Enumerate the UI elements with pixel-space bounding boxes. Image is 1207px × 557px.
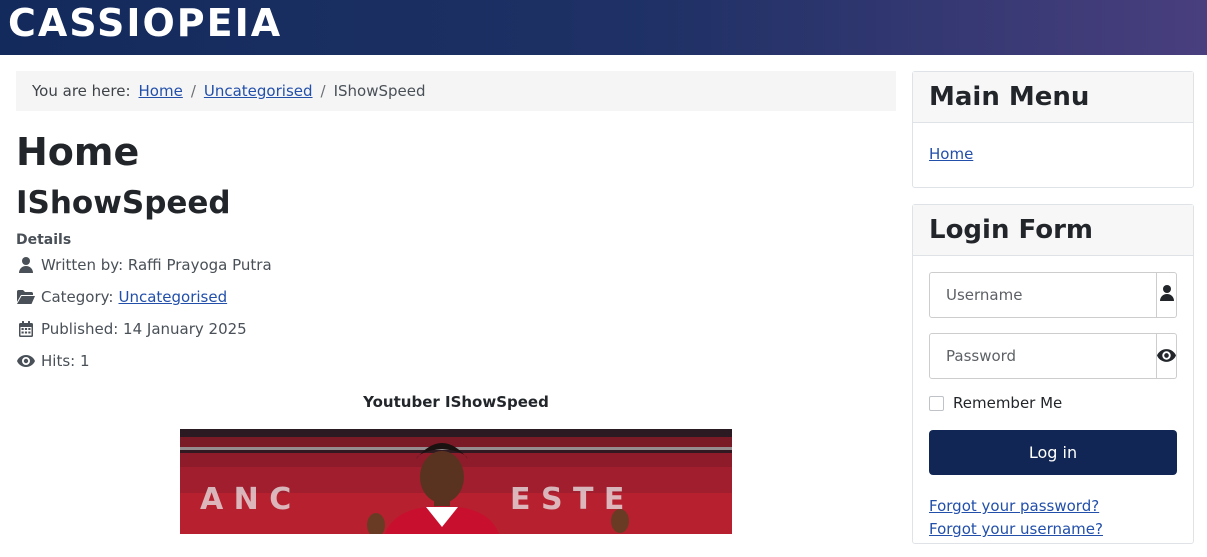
eye-icon	[1157, 347, 1176, 366]
site-header: CASSIOPEIA	[0, 0, 1207, 55]
category-label: Category:	[41, 288, 114, 306]
svg-text:A N C: A N C	[200, 482, 291, 517]
meta-category: Category: Uncategorised	[17, 288, 227, 306]
brand-logo[interactable]: CASSIOPEIA	[8, 1, 282, 45]
show-password-button[interactable]	[1157, 333, 1177, 379]
svg-text:E S T E: E S T E	[510, 482, 624, 517]
published-text: Published: 14 January 2025	[41, 320, 247, 338]
user-icon	[17, 256, 35, 274]
folder-open-icon	[17, 288, 35, 306]
breadcrumb-home-link[interactable]: Home	[139, 82, 183, 100]
breadcrumb-current: IShowSpeed	[333, 82, 426, 100]
main-menu-header: Main Menu	[913, 72, 1193, 123]
login-header: Login Form	[913, 205, 1193, 256]
page-heading: Home	[16, 130, 140, 174]
password-input[interactable]	[929, 333, 1157, 379]
article-image: A N C E S T E	[180, 429, 732, 534]
breadcrumb: You are here: Home / Uncategorised / ISh…	[16, 71, 896, 111]
author-text: Written by: Raffi Prayoga Putra	[41, 256, 272, 274]
password-group	[929, 333, 1177, 379]
login-links: Forgot your password? Forgot your userna…	[929, 495, 1177, 541]
meta-author: Written by: Raffi Prayoga Putra	[17, 256, 272, 274]
main-menu-body: Home	[913, 123, 1193, 185]
main-menu-title: Main Menu	[929, 82, 1090, 112]
eye-icon	[17, 352, 35, 370]
article-title: IShowSpeed	[16, 185, 231, 221]
breadcrumb-separator: /	[190, 82, 196, 100]
login-card: Login Form Remember Me Log in Forgot	[912, 204, 1194, 544]
username-group	[929, 272, 1177, 318]
calendar-icon	[17, 320, 35, 338]
category-link[interactable]: Uncategorised	[118, 288, 227, 306]
meta-hits: Hits: 1	[17, 352, 90, 370]
details-label: Details	[16, 232, 72, 248]
login-title: Login Form	[929, 215, 1093, 245]
username-input[interactable]	[929, 272, 1157, 318]
breadcrumb-separator: /	[320, 82, 326, 100]
username-addon	[1157, 272, 1177, 318]
breadcrumb-prefix: You are here:	[32, 82, 131, 100]
forgot-username-link[interactable]: Forgot your username?	[929, 520, 1103, 538]
forgot-password-link[interactable]: Forgot your password?	[929, 497, 1099, 515]
main-menu-card: Main Menu Home	[912, 71, 1194, 188]
breadcrumb-category-link[interactable]: Uncategorised	[204, 82, 313, 100]
meta-published: Published: 14 January 2025	[17, 320, 247, 338]
remember-me-label: Remember Me	[953, 394, 1063, 412]
login-body: Remember Me Log in Forgot your password?…	[913, 256, 1193, 557]
login-button[interactable]: Log in	[929, 430, 1177, 475]
user-icon	[1159, 285, 1174, 305]
article-caption: Youtuber IShowSpeed	[363, 393, 549, 411]
remember-me[interactable]: Remember Me	[929, 394, 1177, 412]
menu-item-home[interactable]: Home	[929, 145, 973, 163]
hits-text: Hits: 1	[41, 352, 90, 370]
remember-me-checkbox[interactable]	[929, 395, 944, 411]
